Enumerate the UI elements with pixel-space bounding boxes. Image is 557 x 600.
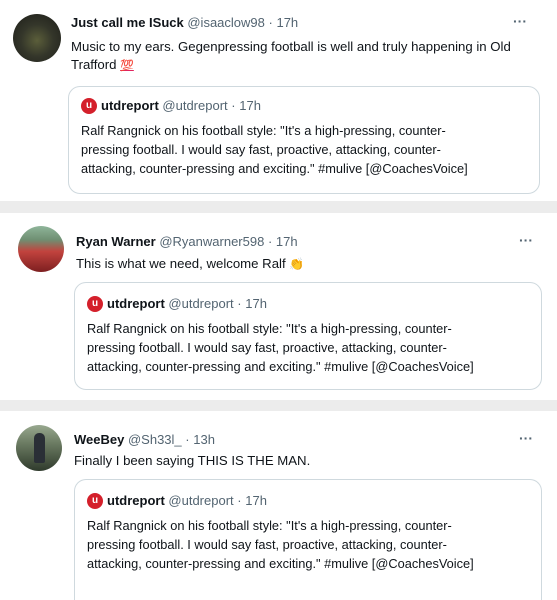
quoted-text-line: pressing football. I would say fast, pro… <box>81 142 441 157</box>
utdreport-avatar: u <box>87 493 103 509</box>
separator: · <box>237 296 242 311</box>
display-name[interactable]: Just call me ISuck <box>71 15 184 30</box>
hundred-points-icon: 💯 <box>120 60 134 72</box>
more-options-icon[interactable]: ··· <box>519 430 533 446</box>
quoted-text-line: Ralf Rangnick on his football style: "It… <box>81 123 446 138</box>
more-options-icon[interactable]: ··· <box>519 232 533 248</box>
tweet-text: Finally I been saying THIS IS THE MAN. <box>74 452 310 470</box>
tweet-text-word: Trafford <box>71 57 117 72</box>
avatar[interactable] <box>16 425 62 471</box>
tweet-header: Just call me ISuck @isaaclow98 · 17h <box>71 14 298 32</box>
user-handle[interactable]: @Sh33l_ <box>128 432 182 447</box>
quoted-text-line: attacking, counter-pressing and exciting… <box>87 556 474 571</box>
tweet-text-line-2: Trafford 💯 <box>71 56 134 75</box>
clapping-hands-icon: 👏 <box>289 257 305 271</box>
timestamp[interactable]: 17h <box>276 234 298 249</box>
separator: · <box>185 432 190 447</box>
quoted-timestamp: 17h <box>239 98 261 113</box>
tweet-header: WeeBey @Sh33l_ · 13h <box>74 431 215 449</box>
utdreport-avatar: u <box>81 98 97 114</box>
quoted-text-line: Ralf Rangnick on his football style: "It… <box>87 518 452 533</box>
quoted-display-name: utdreport <box>107 296 165 311</box>
quoted-text-line: pressing football. I would say fast, pro… <box>87 340 447 355</box>
user-handle[interactable]: @isaaclow98 <box>187 15 265 30</box>
display-name[interactable]: WeeBey <box>74 432 124 447</box>
quoted-text-line: Ralf Rangnick on his football style: "It… <box>87 321 452 336</box>
separator: · <box>267 234 273 249</box>
tweet-header: Ryan Warner @Ryanwarner598 · 17h <box>76 233 298 251</box>
quoted-timestamp: 17h <box>245 493 267 508</box>
quoted-handle: @utdreport <box>162 98 228 113</box>
quoted-text-line: attacking, counter-pressing and exciting… <box>81 161 468 176</box>
more-options-icon[interactable]: ··· <box>513 13 527 29</box>
quoted-tweet-header: utdreport @utdreport · 17h <box>107 295 267 313</box>
avatar[interactable] <box>18 226 64 272</box>
quoted-display-name: utdreport <box>107 493 165 508</box>
utdreport-avatar: u <box>87 296 103 312</box>
user-handle[interactable]: @Ryanwarner598 <box>159 234 264 249</box>
quoted-text-line: pressing football. I would say fast, pro… <box>87 537 447 552</box>
quoted-timestamp: 17h <box>245 296 267 311</box>
quoted-handle: @utdreport <box>168 493 234 508</box>
tweet-text-line-1: Music to my ears. Gegenpressing football… <box>71 39 511 54</box>
quoted-tweet-header: utdreport @utdreport · 17h <box>101 97 261 115</box>
separator: · <box>231 98 236 113</box>
timestamp[interactable]: 13h <box>193 432 215 447</box>
tweet-text: This is what we need, welcome Ralf 👏 <box>76 255 304 273</box>
separator: · <box>237 493 242 508</box>
avatar[interactable] <box>13 14 61 62</box>
tweet-text: Music to my ears. Gegenpressing football… <box>71 38 511 56</box>
quoted-text-line: attacking, counter-pressing and exciting… <box>87 359 474 374</box>
avatar-figure <box>34 433 45 463</box>
display-name[interactable]: Ryan Warner <box>76 234 156 249</box>
quoted-handle: @utdreport <box>168 296 234 311</box>
timestamp[interactable]: 17h <box>276 15 298 30</box>
tweet-text-line-1: This is what we need, welcome Ralf <box>76 256 286 271</box>
separator: · <box>268 15 273 30</box>
tweet-text-line-1: Finally I been saying THIS IS THE MAN. <box>74 453 311 468</box>
quoted-display-name: utdreport <box>101 98 159 113</box>
quoted-tweet-header: utdreport @utdreport · 17h <box>107 492 267 510</box>
